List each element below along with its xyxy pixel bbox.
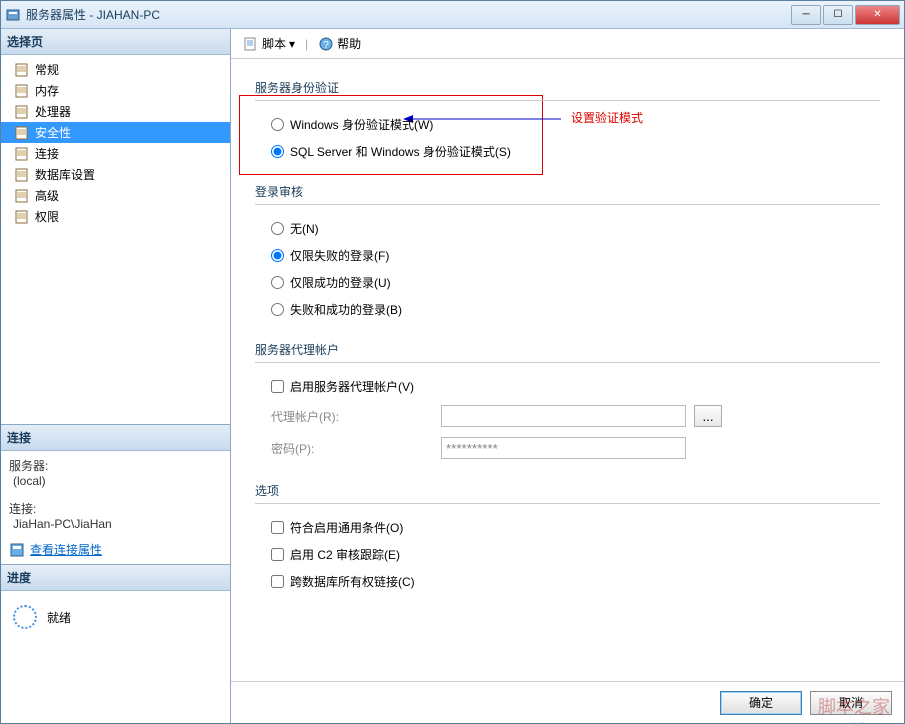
sidebar-item-security[interactable]: 安全性	[1, 122, 230, 143]
progress-status: 就绪	[47, 609, 71, 626]
view-connection-text: 查看连接属性	[30, 541, 102, 558]
toolbar-separator: |	[305, 37, 308, 51]
auth-title: 服务器身份验证	[255, 79, 880, 100]
sidebar-item-connections[interactable]: 连接	[1, 143, 230, 164]
main-content: 设置验证模式 服务器身份验证 Windows 身份验证模式(W) SQL Ser…	[231, 59, 904, 681]
connection-header: 连接	[1, 425, 230, 451]
proxy-enable-checkbox[interactable]: 启用服务器代理帐户(V)	[255, 373, 880, 400]
options-title: 选项	[255, 482, 880, 503]
sidebar-header: 选择页	[1, 29, 230, 55]
dialog-footer: 确定 取消 脚本之家 www.jb51.net	[231, 681, 904, 723]
sidebar-item-dbsettings[interactable]: 数据库设置	[1, 164, 230, 185]
auth-windows-radio[interactable]: Windows 身份验证模式(W)	[255, 111, 880, 138]
toolbar: 脚本 ▾ | ? 帮助	[231, 29, 904, 59]
dropdown-arrow-icon: ▾	[289, 37, 295, 51]
auth-mixed-radio[interactable]: SQL Server 和 Windows 身份验证模式(S)	[255, 138, 880, 165]
minimize-button[interactable]: ─	[791, 5, 821, 25]
sidebar-item-permissions[interactable]: 权限	[1, 206, 230, 227]
script-icon	[243, 36, 259, 52]
close-button[interactable]: ✕	[855, 5, 900, 25]
server-label: 服务器:	[9, 457, 222, 474]
main-panel: 脚本 ▾ | ? 帮助 设置验证模式 服务器身份验证 Windows 身份验证模…	[231, 29, 904, 723]
svg-text:?: ?	[323, 40, 329, 51]
proxy-browse-button[interactable]: ...	[694, 405, 722, 427]
page-icon	[15, 126, 31, 140]
proxy-password-input[interactable]	[441, 437, 686, 459]
properties-icon	[9, 542, 25, 558]
script-button[interactable]: 脚本 ▾	[239, 33, 299, 54]
page-tree: 常规 内存 处理器 安全性 连接 数据库设置 高级 权限	[1, 55, 230, 425]
auth-fieldset: 服务器身份验证 Windows 身份验证模式(W) SQL Server 和 W…	[255, 79, 880, 165]
page-icon	[15, 84, 31, 98]
audit-success-radio[interactable]: 仅限成功的登录(U)	[255, 269, 880, 296]
maximize-button[interactable]: ☐	[823, 5, 853, 25]
content-area: 选择页 常规 内存 处理器 安全性 连接 数据库设置 高级 权限 连接 服务器:…	[1, 29, 904, 723]
options-fieldset: 选项 符合启用通用条件(O) 启用 C2 审核跟踪(E) 跨数据库所有权链接(C…	[255, 482, 880, 595]
option-c2-checkbox[interactable]: 启用 C2 审核跟踪(E)	[255, 541, 880, 568]
sidebar-item-advanced[interactable]: 高级	[1, 185, 230, 206]
ok-button[interactable]: 确定	[720, 691, 802, 715]
titlebar[interactable]: 服务器属性 - JIAHAN-PC ─ ☐ ✕	[1, 1, 904, 29]
view-connection-link[interactable]: 查看连接属性	[9, 541, 222, 558]
connection-section: 连接 服务器: (local) 连接: JiaHan-PC\JiaHan 查看连…	[1, 425, 230, 565]
help-icon: ?	[318, 36, 334, 52]
help-button[interactable]: ? 帮助	[314, 33, 365, 54]
server-value: (local)	[13, 474, 222, 488]
audit-title: 登录审核	[255, 183, 880, 204]
proxy-title: 服务器代理帐户	[255, 341, 880, 362]
audit-both-radio[interactable]: 失败和成功的登录(B)	[255, 296, 880, 323]
sidebar-item-memory[interactable]: 内存	[1, 80, 230, 101]
spinner-icon	[13, 605, 37, 629]
page-icon	[15, 105, 31, 119]
sidebar-item-processor[interactable]: 处理器	[1, 101, 230, 122]
audit-none-radio[interactable]: 无(N)	[255, 215, 880, 242]
option-common-checkbox[interactable]: 符合启用通用条件(O)	[255, 514, 880, 541]
cancel-button[interactable]: 取消	[810, 691, 892, 715]
proxy-account-input[interactable]	[441, 405, 686, 427]
proxy-password-label: 密码(P):	[271, 440, 441, 457]
option-cross-checkbox[interactable]: 跨数据库所有权链接(C)	[255, 568, 880, 595]
page-icon	[15, 168, 31, 182]
sidebar: 选择页 常规 内存 处理器 安全性 连接 数据库设置 高级 权限 连接 服务器:…	[1, 29, 231, 723]
audit-failed-radio[interactable]: 仅限失败的登录(F)	[255, 242, 880, 269]
progress-section: 进度 就绪	[1, 565, 230, 723]
page-icon	[15, 189, 31, 203]
page-icon	[15, 63, 31, 77]
window-title: 服务器属性 - JIAHAN-PC	[26, 6, 789, 23]
conn-value: JiaHan-PC\JiaHan	[13, 517, 222, 531]
proxy-account-label: 代理帐户(R):	[271, 408, 441, 425]
proxy-fieldset: 服务器代理帐户 启用服务器代理帐户(V) 代理帐户(R): ... 密码(P):	[255, 341, 880, 464]
watermark-url: www.jb51.net	[830, 721, 884, 723]
page-icon	[15, 210, 31, 224]
conn-label: 连接:	[9, 500, 222, 517]
dialog-window: 服务器属性 - JIAHAN-PC ─ ☐ ✕ 选择页 常规 内存 处理器 安全…	[0, 0, 905, 724]
progress-header: 进度	[1, 565, 230, 591]
app-icon	[5, 7, 21, 23]
sidebar-item-general[interactable]: 常规	[1, 59, 230, 80]
page-icon	[15, 147, 31, 161]
audit-fieldset: 登录审核 无(N) 仅限失败的登录(F) 仅限成功的登录(U) 失败和成功的登录…	[255, 183, 880, 323]
